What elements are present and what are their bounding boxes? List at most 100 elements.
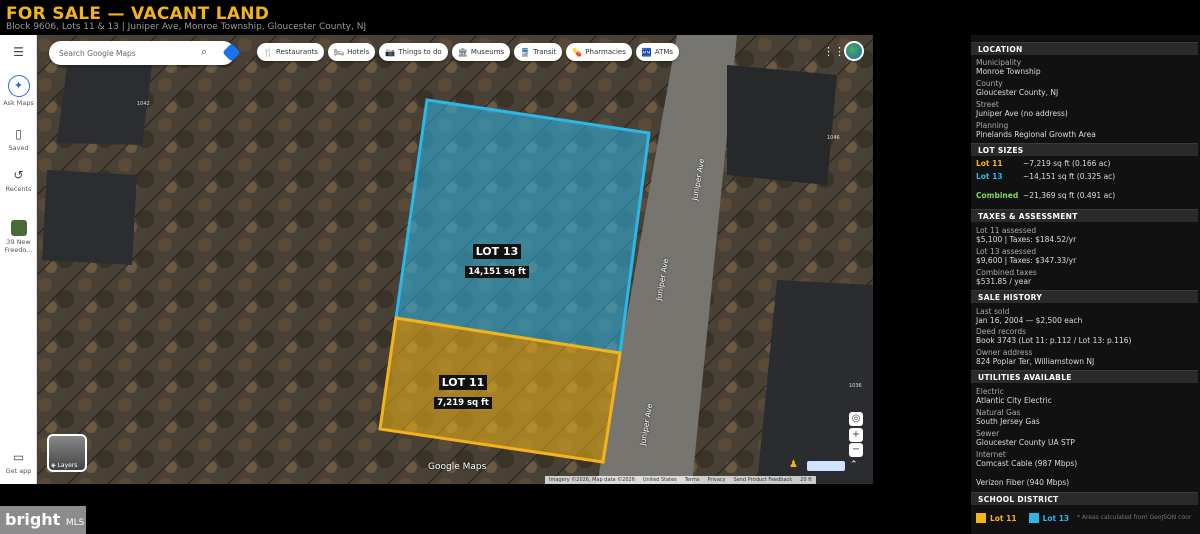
region-link[interactable]: United States [643,477,677,483]
roof-right-top [727,65,837,185]
maps-side-rail: ☰ ✦ Ask Maps ▯ Saved ↺ Recents 39 New Fr… [0,35,37,484]
section-heading-location: LOCATION [971,42,1198,55]
train-icon: 🚆 [520,47,531,57]
lot-11-name: LOT 11 [438,375,488,390]
chip-transit[interactable]: 🚆 Transit [514,43,563,61]
chip-label: Things to do [398,48,442,56]
utility-key: Internet [976,450,1006,459]
utility-value-extra: Verizon Fiber (940 Mbps) [976,478,1070,487]
section-heading-utilities: UTILITIES AVAILABLE [971,370,1198,383]
sale-key: Last sold [976,307,1010,316]
lot-11-size-key: Lot 11 [976,159,1003,168]
sale-key: Deed records [976,327,1027,336]
museum-icon: 🏛 [457,47,468,57]
location-key: Planning [976,121,1009,130]
place-thumbnail [10,220,27,236]
location-key: County [976,79,1003,88]
lot-13-size-key: Lot 13 [976,172,1003,181]
search-box[interactable]: ⌕ [49,41,241,65]
location-value: Juniper Ave (no address) [976,109,1068,118]
lot-13-swatch [1028,513,1039,523]
location-value: Monroe Township [976,67,1041,76]
chip-museums[interactable]: 🏛 Museums [451,43,511,61]
menu-button[interactable]: ☰ [0,45,37,62]
tax-value: $9,600 | Taxes: $347.33/yr [976,256,1077,265]
satellite-map[interactable]: ⌕ 🍴Restaurants 🛏Hotels 📷Things to do 🏛Mu… [37,35,873,484]
get-app-button[interactable]: ▭ Get app [0,450,37,475]
chip-pharmacies[interactable]: 💊 Pharmacies [566,43,632,61]
my-location-button[interactable]: ◎ [849,412,863,426]
location-icon: ◎ [851,413,861,424]
chip-atms[interactable]: 🏧 ATMs [635,43,680,61]
get-app-label: Get app [5,467,32,475]
ask-maps-label: Ask Maps [3,99,34,107]
location-value: Pinelands Regional Growth Area [976,130,1096,139]
chip-restaurants[interactable]: 🍴 Restaurants [257,43,324,61]
section-heading-school: SCHOOL DISTRICT [971,492,1198,505]
chip-things-to-do[interactable]: 📷 Things to do [379,43,448,61]
chip-label: Transit [533,48,557,56]
chip-label: Restaurants [275,48,318,56]
page-title: FOR SALE — VACANT LAND [6,4,270,24]
house-number: 1046 [827,135,840,141]
layers-label: Layers [57,462,78,469]
scale-bar: 20 ft [800,477,812,483]
ask-maps-button[interactable]: ✦ Ask Maps [0,75,37,107]
expand-icon[interactable]: ⌃ [850,460,858,470]
recents-label: Recents [5,185,32,193]
tax-key: Combined taxes [976,268,1037,277]
feedback-link[interactable]: Send Product Feedback [734,477,793,483]
utility-value: Atlantic City Electric [976,396,1052,405]
legend-note: * Areas calculated from GeoJSON coor [1077,514,1192,521]
category-chips: 🍴 Restaurants 🛏 Hotels 📷 Things to do 🏛 Muse… [257,43,680,61]
utility-key: Sewer [976,429,1000,438]
layers-icon: ◈ [51,462,56,469]
recent-place-label: 39 New Freedo... [4,238,33,254]
section-heading-sale-history: SALE HISTORY [971,290,1198,303]
sale-value: Jan 16, 2004 — $2,500 each [976,316,1083,325]
legend-lot-13: Lot 13 [1042,513,1070,523]
terms-link[interactable]: Terms [685,477,700,483]
house-number: 1036 [849,383,862,389]
imagery-thumbnails[interactable] [807,461,845,471]
location-value: Gloucester County, NJ [976,88,1059,97]
lot-13-polygon [394,98,651,355]
watermark-suffix: MLS [65,518,85,528]
pegman-icon[interactable]: ♟ [789,459,798,470]
map-attribution: Imagery ©2026, Map data ©2026 United Sta… [545,476,816,484]
lot-13-size-value: ~14,151 sq ft (0.325 ac) [1023,172,1116,181]
apps-grid-icon[interactable]: ⋮⋮ [823,45,845,58]
recent-place-button[interactable]: 39 New Freedo... [0,220,37,254]
legend-lot-11: Lot 11 [990,513,1017,523]
zoom-in-button[interactable]: + [849,428,863,442]
utility-key: Electric [976,387,1004,396]
chip-label: Pharmacies [585,48,626,56]
tax-key: Lot 13 assessed [976,247,1037,256]
menu-icon: ☰ [13,45,24,59]
zoom-out-button[interactable]: − [849,443,863,457]
sale-value: Book 3743 (Lot 11: p.112 / Lot 13: p.116… [976,336,1132,345]
utility-value: Comcast Cable (987 Mbps) [976,459,1078,468]
search-input[interactable] [59,41,189,65]
camera-icon: 📷 [385,47,396,57]
utility-key: Natural Gas [976,408,1021,417]
sale-key: Owner address [976,348,1033,357]
bed-icon: 🛏 [333,47,345,57]
tax-value: $531.85 / year [976,277,1032,286]
chip-hotels[interactable]: 🛏 Hotels [327,43,376,61]
chip-label: ATMs [654,48,674,56]
search-icon[interactable]: ⌕ [201,45,207,59]
google-maps-logo: Google Maps [428,462,487,472]
layers-button[interactable]: ◈ Layers [47,434,87,472]
location-key: Street [976,100,999,109]
avatar[interactable] [844,41,864,61]
privacy-link[interactable]: Privacy [707,477,725,483]
saved-button[interactable]: ▯ Saved [0,127,37,152]
combined-size-value: ~21,369 sq ft (0.491 ac) [1023,191,1116,200]
bookmark-icon: ▯ [15,127,22,141]
minus-icon: − [851,444,861,455]
lot-13-name: LOT 13 [472,244,522,259]
lot-11-size-value: ~7,219 sq ft (0.166 ac) [1023,159,1111,168]
recents-button[interactable]: ↺ Recents [0,168,37,193]
property-sidebar: LOCATION Municipality Monroe Township Co… [971,35,1200,534]
